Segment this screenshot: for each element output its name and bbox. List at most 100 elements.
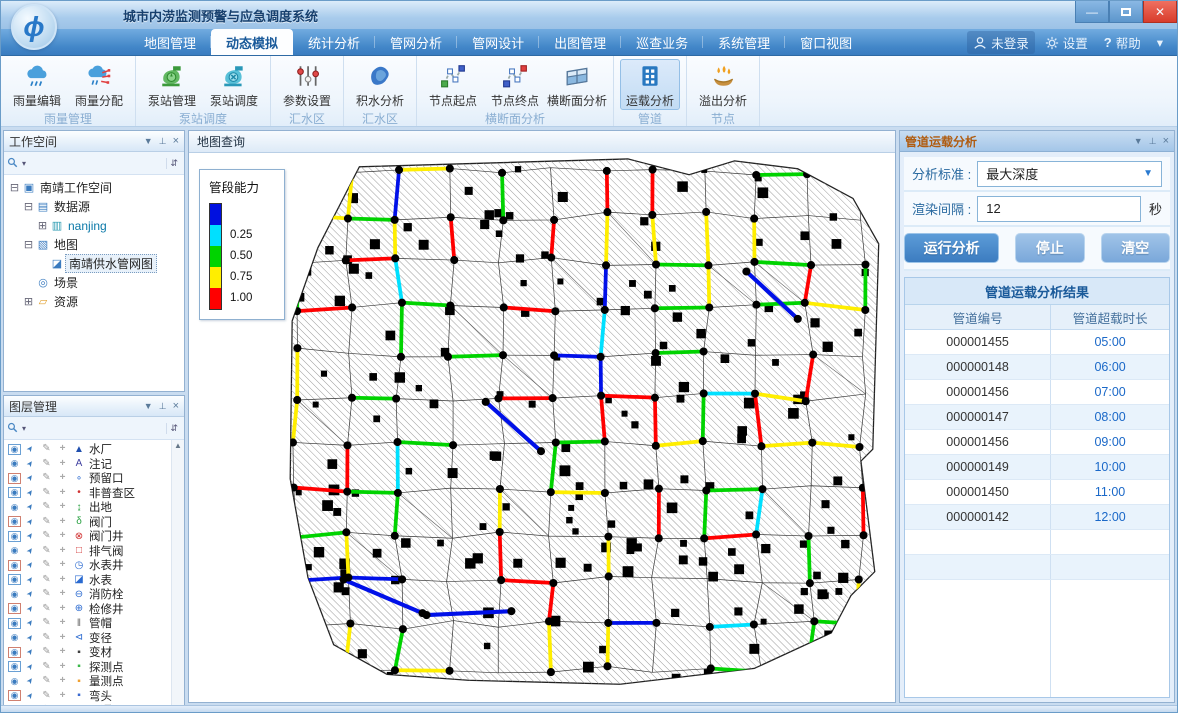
tree-expand-icon[interactable]: ⊞ [36,219,49,232]
editable-pencil-icon[interactable]: ✎ [40,589,53,599]
layer-row-检修井[interactable]: ◉➤✎+⊕检修井 [8,602,171,617]
layer-row-量测点[interactable]: ◉➤✎+▪量测点 [8,674,171,689]
table-row[interactable]: 00000014806:00 [905,355,1169,380]
visibility-eye-icon[interactable]: ◉ [8,589,21,600]
layer-row-注记[interactable]: ◉➤✎+A注记 [8,457,171,472]
layer-row-水表井[interactable]: ◉➤✎+◷水表井 [8,558,171,573]
pin-icon[interactable]: ⊥ [159,136,167,147]
snap-crosshair-icon[interactable]: + [56,691,69,701]
table-row[interactable]: 00000014708:00 [905,405,1169,430]
snap-crosshair-icon[interactable]: + [56,662,69,672]
visibility-eye-icon[interactable]: ◉ [8,458,21,469]
minimize-button[interactable]: — [1075,1,1109,23]
snap-crosshair-icon[interactable]: + [56,546,69,556]
layer-row-水表[interactable]: ◉➤✎+◪水表 [8,573,171,588]
visibility-eye-icon[interactable]: ◉ [8,473,21,484]
snap-crosshair-icon[interactable]: + [56,618,69,628]
editable-pencil-icon[interactable]: ✎ [40,444,53,454]
snap-crosshair-icon[interactable]: + [56,676,69,686]
snap-crosshair-icon[interactable]: + [56,575,69,585]
close-icon[interactable]: × [173,135,179,147]
tree-expand-icon[interactable]: ⊟ [8,181,21,194]
layer-row-阀门井[interactable]: ◉➤✎+⊗阀门井 [8,529,171,544]
menu-item-巡查业务[interactable]: 巡查业务 [621,29,703,55]
pin-icon[interactable]: ⊥ [1149,136,1157,147]
stop-button[interactable]: 停止 [1015,233,1084,263]
render-interval-input[interactable]: 12 [977,196,1141,222]
ribbon-button-泵站管理[interactable]: 泵站管理 [142,59,202,110]
layers-search[interactable]: ▾ ⇵ [4,417,184,440]
help-button[interactable]: ? 帮助 [1098,31,1147,54]
tree-item-地图[interactable]: ⊟▧地图 [8,235,184,254]
editable-pencil-icon[interactable]: ✎ [40,531,53,541]
login-status[interactable]: 未登录 [967,31,1035,54]
snap-crosshair-icon[interactable]: + [56,502,69,512]
editable-pencil-icon[interactable]: ✎ [40,662,53,672]
visibility-eye-icon[interactable]: ◉ [8,603,21,614]
ribbon-button-运载分析[interactable]: 运载分析 [620,59,680,110]
menu-item-地图管理[interactable]: 地图管理 [129,29,211,55]
analysis-standard-dropdown[interactable]: 最大深度 ▼ [977,161,1162,187]
snap-crosshair-icon[interactable]: + [56,560,69,570]
run-analysis-button[interactable]: 运行分析 [904,233,999,263]
menu-item-系统管理[interactable]: 系统管理 [703,29,785,55]
editable-pencil-icon[interactable]: ✎ [40,459,53,469]
visibility-eye-icon[interactable]: ◉ [8,560,21,571]
snap-crosshair-icon[interactable]: + [56,604,69,614]
editable-pencil-icon[interactable]: ✎ [40,473,53,483]
tree-item-场景[interactable]: ◎场景 [8,273,184,292]
layer-row-探测点[interactable]: ◉➤✎+▪探测点 [8,660,171,675]
editable-pencil-icon[interactable]: ✎ [40,647,53,657]
selectable-cursor-icon[interactable]: ➤ [23,587,37,602]
layer-row-变材[interactable]: ◉➤✎+▪变材 [8,645,171,660]
editable-pencil-icon[interactable]: ✎ [40,546,53,556]
menu-item-管网分析[interactable]: 管网分析 [375,29,457,55]
snap-crosshair-icon[interactable]: + [56,531,69,541]
layer-row-阀门[interactable]: ◉➤✎+δ阀门 [8,515,171,530]
snap-crosshair-icon[interactable]: + [56,589,69,599]
visibility-eye-icon[interactable]: ◉ [8,531,21,542]
layer-row-非普查区[interactable]: ◉➤✎+•非普查区 [8,486,171,501]
ribbon-button-积水分析[interactable]: 积水分析 [350,59,410,110]
panel-menu-icon[interactable]: ▼ [144,136,153,146]
tree-item-nanjing[interactable]: ⊞▥nanjing [8,216,184,235]
collapse-ribbon-button[interactable]: ▾ [1151,33,1169,52]
table-row[interactable]: 00000145011:00 [905,480,1169,505]
editable-pencil-icon[interactable]: ✎ [40,488,53,498]
visibility-eye-icon[interactable]: ◉ [8,444,21,455]
selectable-cursor-icon[interactable]: ➤ [23,442,37,457]
table-row[interactable]: 00000145607:00 [905,380,1169,405]
settings-button[interactable]: 设置 [1039,31,1094,54]
ribbon-button-横断面分析[interactable]: 横断面分析 [547,59,607,110]
editable-pencil-icon[interactable]: ✎ [40,691,53,701]
visibility-eye-icon[interactable]: ◉ [8,632,21,643]
editable-pencil-icon[interactable]: ✎ [40,560,53,570]
search-expand-icon[interactable]: ⇵ [166,423,181,434]
ribbon-button-参数设置[interactable]: 参数设置 [277,59,337,110]
tree-expand-icon[interactable]: ⊞ [22,295,35,308]
tree-item-南靖供水管网图[interactable]: ◪南靖供水管网图 [8,254,184,273]
pin-icon[interactable]: ⊥ [159,401,167,412]
scroll-up-icon[interactable]: ▲ [174,441,182,450]
menu-item-窗口视图[interactable]: 窗口视图 [785,29,867,55]
tree-expand-icon[interactable]: ⊟ [22,200,35,213]
visibility-eye-icon[interactable]: ◉ [8,647,21,658]
selectable-cursor-icon[interactable]: ➤ [23,558,37,573]
snap-crosshair-icon[interactable]: + [56,473,69,483]
menu-item-出图管理[interactable]: 出图管理 [539,29,621,55]
table-row[interactable]: 00000145609:00 [905,430,1169,455]
editable-pencil-icon[interactable]: ✎ [40,575,53,585]
ribbon-button-溢出分析[interactable]: 溢出分析 [693,59,753,110]
snap-crosshair-icon[interactable]: + [56,517,69,527]
table-row[interactable]: 00000014910:00 [905,455,1169,480]
layer-row-弯头[interactable]: ◉➤✎+▪弯头 [8,689,171,704]
selectable-cursor-icon[interactable]: ➤ [23,471,37,486]
panel-menu-icon[interactable]: ▼ [144,401,153,411]
map-viewport[interactable]: 管段能力 0.250.500.751.00 [189,153,895,702]
snap-crosshair-icon[interactable]: + [56,647,69,657]
layer-row-出地[interactable]: ◉➤✎+↨出地 [8,500,171,515]
close-icon[interactable]: × [1163,135,1169,147]
ribbon-button-雨量分配[interactable]: 雨量分配 [69,59,129,110]
snap-crosshair-icon[interactable]: + [56,633,69,643]
visibility-eye-icon[interactable]: ◉ [8,661,21,672]
